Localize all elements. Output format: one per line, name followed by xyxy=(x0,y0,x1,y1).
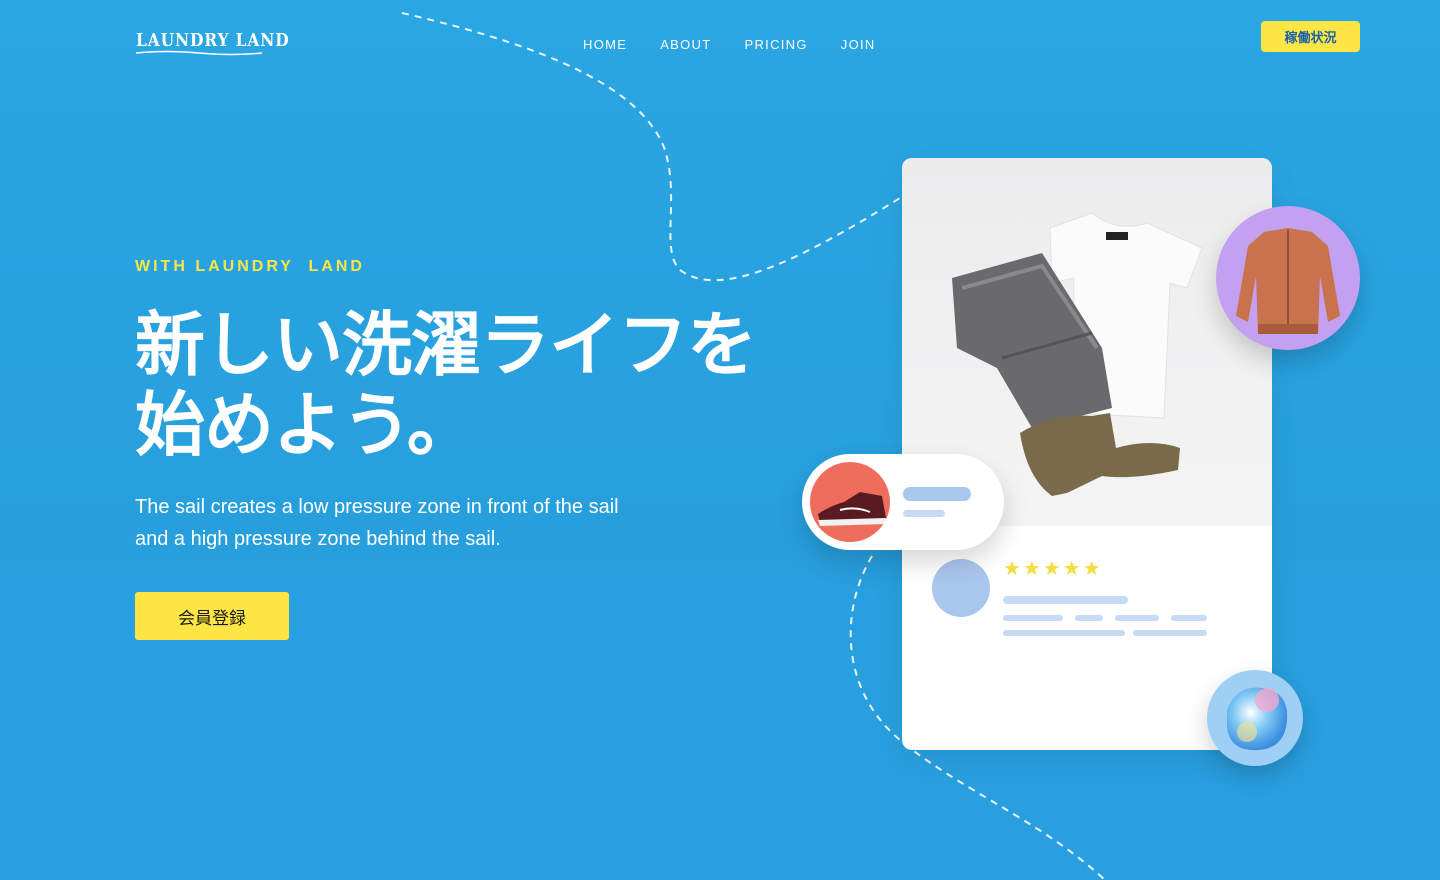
hero-title: 新しい洗濯ライフを 始めよう。 xyxy=(135,304,757,466)
pill-placeholder-subtitle xyxy=(903,510,945,517)
review-placeholder-line xyxy=(1003,615,1063,621)
review-placeholder-line xyxy=(1003,596,1128,604)
detergent-pod-icon xyxy=(1227,687,1288,751)
nav-join[interactable]: JOIN xyxy=(841,37,876,52)
signup-button[interactable]: 会員登録 xyxy=(135,592,289,640)
logo-swoosh-icon xyxy=(136,50,262,56)
logo[interactable]: LAUNDRY LAND xyxy=(136,30,290,51)
jacket-icon xyxy=(1236,228,1340,334)
review-placeholder-line xyxy=(1003,630,1125,636)
sneaker-image xyxy=(810,462,890,542)
hero-title-line2: 始めよう。 xyxy=(135,384,477,466)
review-placeholder-line xyxy=(1133,630,1207,636)
reviewer-avatar xyxy=(932,559,990,617)
status-button[interactable]: 稼働状況 xyxy=(1261,21,1360,52)
review-placeholder-line xyxy=(1075,615,1103,621)
hero-eyebrow: WITH LAUNDRY LAND xyxy=(135,258,365,275)
detergent-pod-image xyxy=(1207,670,1303,766)
nav-home[interactable]: HOME xyxy=(583,37,627,52)
hero-description: The sail creates a low pressure zone in … xyxy=(135,496,619,550)
hero-title-line1: 新しい洗濯ライフを xyxy=(135,304,757,386)
sneaker-icon xyxy=(818,492,886,526)
review-placeholder-line xyxy=(1171,615,1207,621)
nav-pricing[interactable]: PRICING xyxy=(745,37,808,52)
pill-placeholder-title xyxy=(903,487,971,501)
nav-about[interactable]: ABOUT xyxy=(660,37,711,52)
jacket-image xyxy=(1216,206,1360,350)
main-nav: HOME ABOUT PRICING JOIN xyxy=(583,37,876,52)
review-placeholder-line xyxy=(1115,615,1159,621)
rating-stars: ★★★★★ xyxy=(1003,556,1103,580)
product-pill[interactable] xyxy=(802,454,1004,550)
